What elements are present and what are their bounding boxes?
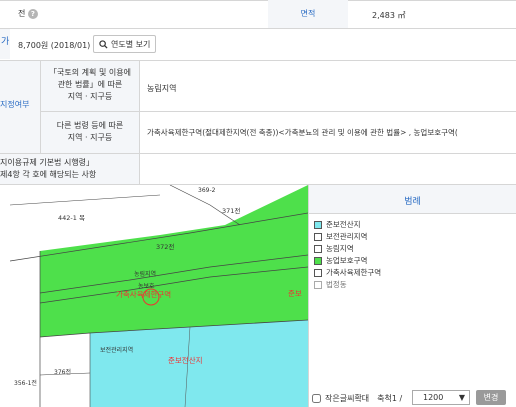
chevron-down-icon: ▼ [458, 393, 465, 402]
search-icon [99, 39, 108, 49]
yearly-view-label: 연도별 보기 [111, 39, 151, 49]
regulation-line: 제4항 각 호에 해당되는 사항 [0, 170, 97, 179]
divider [308, 185, 309, 407]
small-font-enlarge-label: 작은글씨확대 [325, 394, 370, 403]
map-controls: 작은글씨확대 축척1 / [312, 393, 402, 404]
zone-row1-label-line: 지역 · 지구등 [67, 92, 113, 101]
zone-row1-label-line: 관한 법률」에 따른 [57, 80, 123, 89]
zone-row2-value: 가축사육제한구역(절대제한지역(전 축종))<가축분뇨의 관리 및 이용에 관한… [147, 128, 458, 137]
scale-change-button[interactable]: 변경 [476, 390, 506, 405]
legend-swatch [314, 280, 322, 289]
zone-row2-label: 다른 법령 등에 따른 지역 · 지구등 [41, 112, 139, 153]
legend-item: 농업보호구역 [314, 255, 367, 266]
divider [139, 154, 140, 184]
regulation-label: 지이용규제 기본법 시행령」 제4항 각 호에 해당되는 사항 [0, 157, 96, 181]
legend-item: 법정동 [314, 279, 347, 290]
map-label-parcel: 376전 [54, 369, 71, 376]
legend-item: 준보전산지 [314, 219, 361, 230]
boundary-line [10, 194, 161, 206]
scale-value: 1200 [423, 393, 444, 402]
zone-row2-label-line: 지역 · 지구등 [67, 133, 113, 142]
small-font-enlarge-checkbox[interactable] [312, 394, 321, 403]
legend-item: 농림지역 [314, 243, 354, 254]
zone-row1-label-line: 「국토의 계획 및 이용에 [49, 68, 131, 77]
map-label-zone: 보전관리지역 [100, 347, 134, 354]
divider [309, 213, 516, 214]
legend-item: 가축사육제한구역 [314, 267, 381, 278]
legend-swatch [314, 220, 322, 229]
area-label: 면적 [268, 0, 348, 28]
legend-label: 보전관리지역 [326, 232, 368, 241]
help-icon[interactable]: ? [27, 8, 38, 19]
legend-item: 보전관리지역 [314, 231, 367, 242]
map-label-zone: 농림지역 [134, 271, 157, 278]
land-use-map[interactable]: 369-2 442-1 목 371전 372전 농림지역 농보호 가축사육제한구… [10, 185, 308, 407]
jimok-value: 전 ? [18, 8, 38, 19]
map-label-livestock-zone: 가축사육제한구역 [116, 290, 172, 299]
legend-label: 농림지역 [326, 244, 354, 253]
map-label-parcel: 442-1 목 [58, 214, 85, 222]
map-label-parcel: 369-2 [198, 187, 216, 194]
scale-label: 축척1 / [377, 394, 403, 403]
regulation-line: 지이용규제 기본법 시행령」 [0, 158, 95, 167]
map-label-parcel: 356-1전 [14, 380, 37, 387]
legend-swatch [314, 256, 322, 265]
yearly-view-button[interactable]: 연도별 보기 [93, 35, 157, 53]
zone-row1-value: 농림지역 [147, 84, 177, 93]
area-value: 2,483 ㎡ [372, 11, 406, 20]
map-label-zone: 준보 [288, 289, 302, 298]
price-label-stub: 가 [1, 37, 10, 47]
farmland-protection-zone [40, 185, 308, 337]
price-value: 8,700원 (2018/01) [18, 41, 91, 50]
map-label-parcel: 372전 [156, 243, 175, 251]
divider [0, 0, 516, 1]
legend-swatch [314, 232, 322, 241]
legend-title: 범례 [404, 197, 421, 207]
legend-swatch [314, 268, 322, 277]
zone-row2-label-line: 다른 법령 등에 따른 [56, 121, 124, 130]
legend-label: 준보전산지 [326, 220, 361, 229]
map-label-parcel: 371전 [222, 207, 241, 215]
divider [0, 28, 516, 29]
map-label-forest-zone: 준보전산지 [168, 356, 203, 365]
legend-label: 법정동 [326, 280, 347, 289]
zone-row1-label: 「국토의 계획 및 이용에 관한 법률」에 따른 지역 · 지구등 [41, 61, 139, 111]
zone-left-label: 지정여부 [0, 100, 30, 109]
legend-label: 가축사육제한구역 [326, 268, 382, 277]
legend-label: 농업보호구역 [326, 256, 368, 265]
legend-swatch [314, 244, 322, 253]
divider [139, 61, 140, 153]
scale-select[interactable]: 1200 ▼ [412, 390, 470, 405]
jimok-text: 전 [18, 9, 26, 18]
